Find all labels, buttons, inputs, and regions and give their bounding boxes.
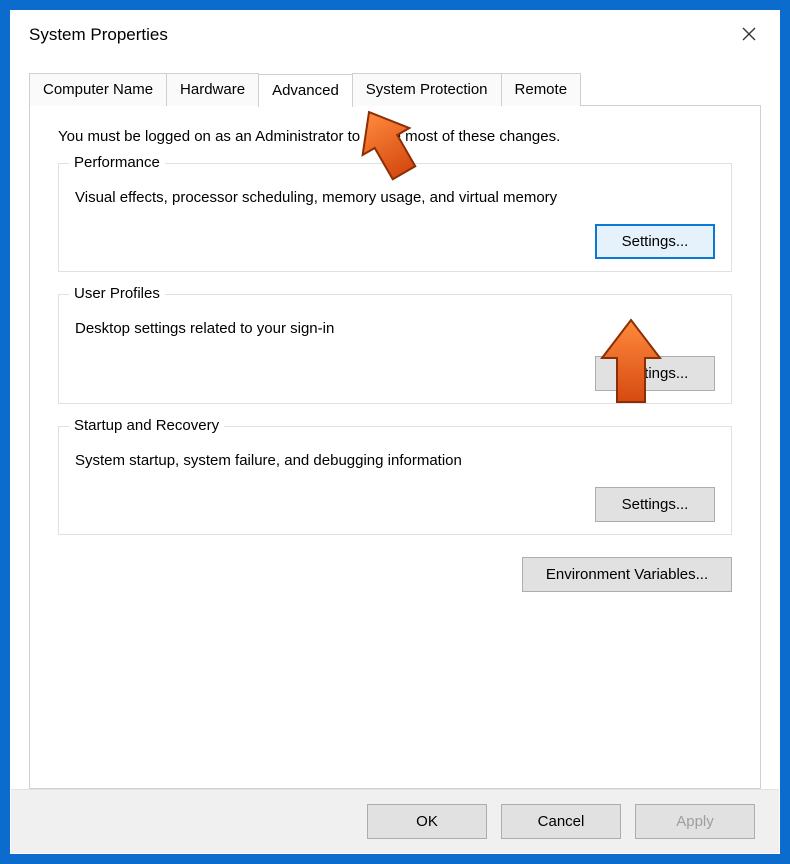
group-legend: User Profiles: [69, 285, 165, 302]
user-profiles-settings-button[interactable]: Settings...: [595, 356, 715, 391]
tab-label: System Protection: [366, 81, 488, 98]
performance-settings-button[interactable]: Settings...: [595, 224, 715, 259]
tab-row: Computer Name Hardware Advanced System P…: [29, 73, 761, 106]
tab-label: Computer Name: [43, 81, 153, 98]
dialog-action-row: OK Cancel Apply: [11, 789, 779, 853]
group-performance: Performance Visual effects, processor sc…: [58, 163, 732, 272]
titlebar: System Properties: [11, 11, 779, 59]
client-area: Computer Name Hardware Advanced System P…: [11, 59, 779, 789]
tab-label: Advanced: [272, 82, 339, 99]
group-user-profiles: User Profiles Desktop settings related t…: [58, 294, 732, 403]
group-startup-recovery: Startup and Recovery System startup, sys…: [58, 426, 732, 535]
group-legend: Performance: [69, 154, 165, 171]
window-title: System Properties: [29, 25, 168, 45]
group-desc: Desktop settings related to your sign-in: [75, 319, 715, 339]
system-properties-dialog: System Properties Computer Name Hardware…: [10, 10, 780, 854]
cancel-button[interactable]: Cancel: [501, 804, 621, 839]
group-desc: System startup, system failure, and debu…: [75, 451, 715, 471]
ok-button[interactable]: OK: [367, 804, 487, 839]
group-legend: Startup and Recovery: [69, 417, 224, 434]
close-icon[interactable]: [733, 24, 765, 46]
startup-recovery-settings-button[interactable]: Settings...: [595, 487, 715, 522]
tab-system-protection[interactable]: System Protection: [352, 73, 502, 106]
tab-label: Hardware: [180, 81, 245, 98]
apply-button[interactable]: Apply: [635, 804, 755, 839]
tab-label: Remote: [515, 81, 568, 98]
environment-variables-button[interactable]: Environment Variables...: [522, 557, 732, 592]
tab-hardware[interactable]: Hardware: [166, 73, 259, 106]
tab-remote[interactable]: Remote: [501, 73, 582, 106]
tab-panel-advanced: You must be logged on as an Administrato…: [29, 105, 761, 789]
tab-advanced[interactable]: Advanced: [258, 74, 353, 107]
group-desc: Visual effects, processor scheduling, me…: [75, 188, 715, 208]
tab-computer-name[interactable]: Computer Name: [29, 73, 167, 106]
admin-notice: You must be logged on as an Administrato…: [58, 128, 732, 145]
